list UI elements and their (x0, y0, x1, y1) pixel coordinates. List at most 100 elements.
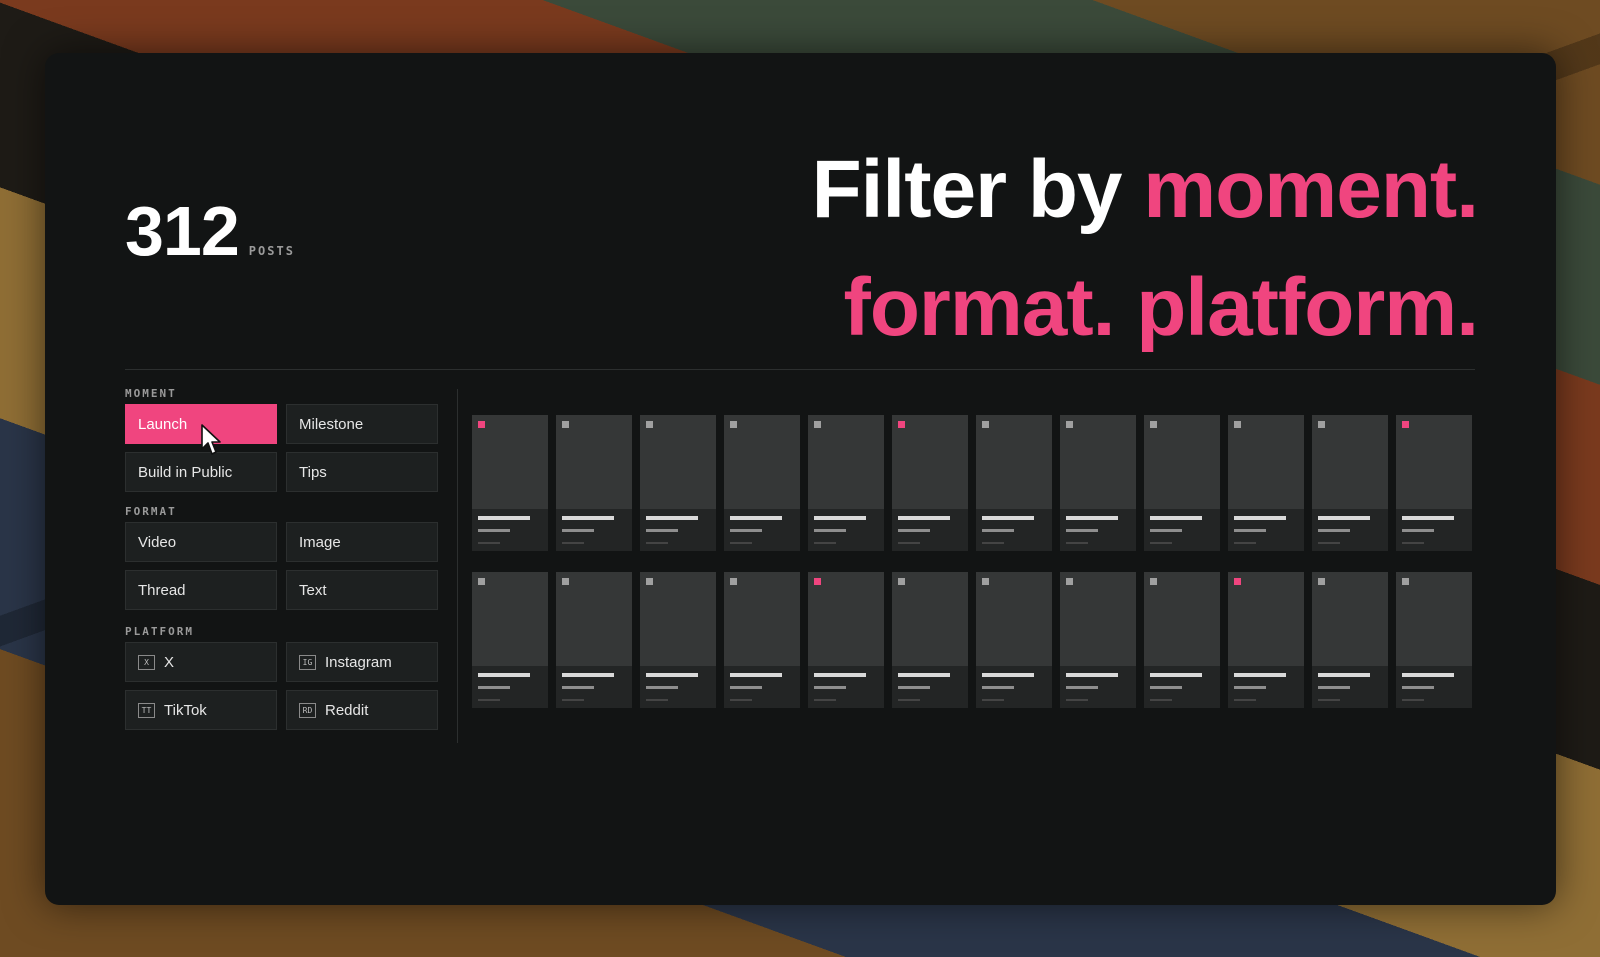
post-title-line (898, 673, 950, 677)
post-title-line (730, 516, 782, 520)
filter-chip-text[interactable]: Text (286, 570, 438, 610)
filter-chip-reddit[interactable]: RD Reddit (286, 690, 438, 730)
post-status-dot (1402, 421, 1409, 428)
platform-section-label: PLATFORM (125, 625, 194, 638)
filter-chip-image[interactable]: Image (286, 522, 438, 562)
post-card[interactable] (1060, 572, 1136, 708)
post-thumbnail (1396, 415, 1472, 509)
post-title-line (814, 673, 866, 677)
chip-label: X (164, 653, 175, 671)
post-status-dot (478, 421, 485, 428)
post-card[interactable] (556, 415, 632, 551)
mouse-cursor-icon (201, 424, 221, 455)
post-status-dot (1150, 421, 1157, 428)
post-meta-line (646, 529, 678, 532)
filter-chip-video[interactable]: Video (125, 522, 277, 562)
chip-label: Milestone (299, 415, 364, 433)
post-meta-line (898, 686, 930, 689)
filter-chip-thread[interactable]: Thread (125, 570, 277, 610)
post-card[interactable] (1396, 572, 1472, 708)
post-card[interactable] (724, 415, 800, 551)
post-card[interactable] (976, 415, 1052, 551)
post-meta-line (562, 529, 594, 532)
post-title-line (646, 516, 698, 520)
post-status-dot (1234, 578, 1241, 585)
chip-label: Text (299, 581, 327, 599)
post-status-dot (1318, 578, 1325, 585)
filter-chip-tips[interactable]: Tips (286, 452, 438, 492)
post-card[interactable] (892, 572, 968, 708)
post-card[interactable] (1312, 415, 1388, 551)
post-thumbnail (1144, 415, 1220, 509)
post-thumbnail (1228, 415, 1304, 509)
post-meta-line (814, 686, 846, 689)
post-date-line (730, 542, 752, 544)
post-date-line (1150, 542, 1172, 544)
post-meta-line (646, 686, 678, 689)
post-title-line (1318, 673, 1370, 677)
post-status-dot (1318, 421, 1325, 428)
post-status-dot (646, 421, 653, 428)
post-card[interactable] (1396, 415, 1472, 551)
post-status-dot (730, 421, 737, 428)
post-card[interactable] (892, 415, 968, 551)
post-date-line (562, 699, 584, 701)
post-card[interactable] (976, 572, 1052, 708)
post-title-line (1150, 516, 1202, 520)
chip-label: Instagram (325, 653, 392, 671)
post-card[interactable] (472, 415, 548, 551)
post-thumbnail (976, 415, 1052, 509)
post-card[interactable] (640, 415, 716, 551)
post-date-line (1402, 542, 1424, 544)
post-card[interactable] (556, 572, 632, 708)
filter-chip-build-in-public[interactable]: Build in Public (125, 452, 277, 492)
headline-prefix: Filter by (811, 144, 1144, 235)
post-card[interactable] (472, 572, 548, 708)
post-date-line (646, 542, 668, 544)
post-date-line (814, 699, 836, 701)
post-thumbnail (556, 415, 632, 509)
post-card[interactable] (1228, 572, 1304, 708)
post-thumbnail (640, 572, 716, 666)
chip-label: Reddit (325, 701, 369, 719)
chip-label: Tips (299, 463, 327, 481)
filter-chip-instagram[interactable]: IG Instagram (286, 642, 438, 682)
post-thumbnail (1312, 572, 1388, 666)
post-card[interactable] (808, 572, 884, 708)
post-card[interactable] (1228, 415, 1304, 551)
post-date-line (1318, 699, 1340, 701)
post-date-line (898, 699, 920, 701)
post-meta-line (1402, 529, 1434, 532)
filter-chip-milestone[interactable]: Milestone (286, 404, 438, 444)
reddit-icon: RD (299, 702, 316, 718)
post-meta-line (1402, 686, 1434, 689)
headline-line-1: Filter by moment. (811, 131, 1479, 249)
filter-chip-x[interactable]: X X (125, 642, 277, 682)
post-card[interactable] (640, 572, 716, 708)
post-card[interactable] (1144, 572, 1220, 708)
filter-chip-tiktok[interactable]: TT TikTok (125, 690, 277, 730)
post-status-dot (562, 578, 569, 585)
post-status-dot (982, 421, 989, 428)
post-status-dot (898, 421, 905, 428)
post-date-line (730, 699, 752, 701)
post-card[interactable] (808, 415, 884, 551)
post-card[interactable] (1144, 415, 1220, 551)
post-meta-line (982, 529, 1014, 532)
tiktok-icon: TT (138, 702, 155, 718)
vertical-divider (457, 389, 458, 743)
post-status-dot (982, 578, 989, 585)
post-thumbnail (556, 572, 632, 666)
post-card[interactable] (1312, 572, 1388, 708)
headline: Filter by moment. format. platform. (811, 131, 1479, 367)
post-thumbnail (724, 415, 800, 509)
filter-panel: 312 POSTS Filter by moment. format. plat… (45, 53, 1556, 905)
post-card[interactable] (1060, 415, 1136, 551)
chip-label: Video (138, 533, 177, 551)
post-title-line (562, 673, 614, 677)
post-card[interactable] (724, 572, 800, 708)
post-date-line (646, 699, 668, 701)
post-title-line (730, 673, 782, 677)
post-title-line (562, 516, 614, 520)
post-date-line (478, 699, 500, 701)
